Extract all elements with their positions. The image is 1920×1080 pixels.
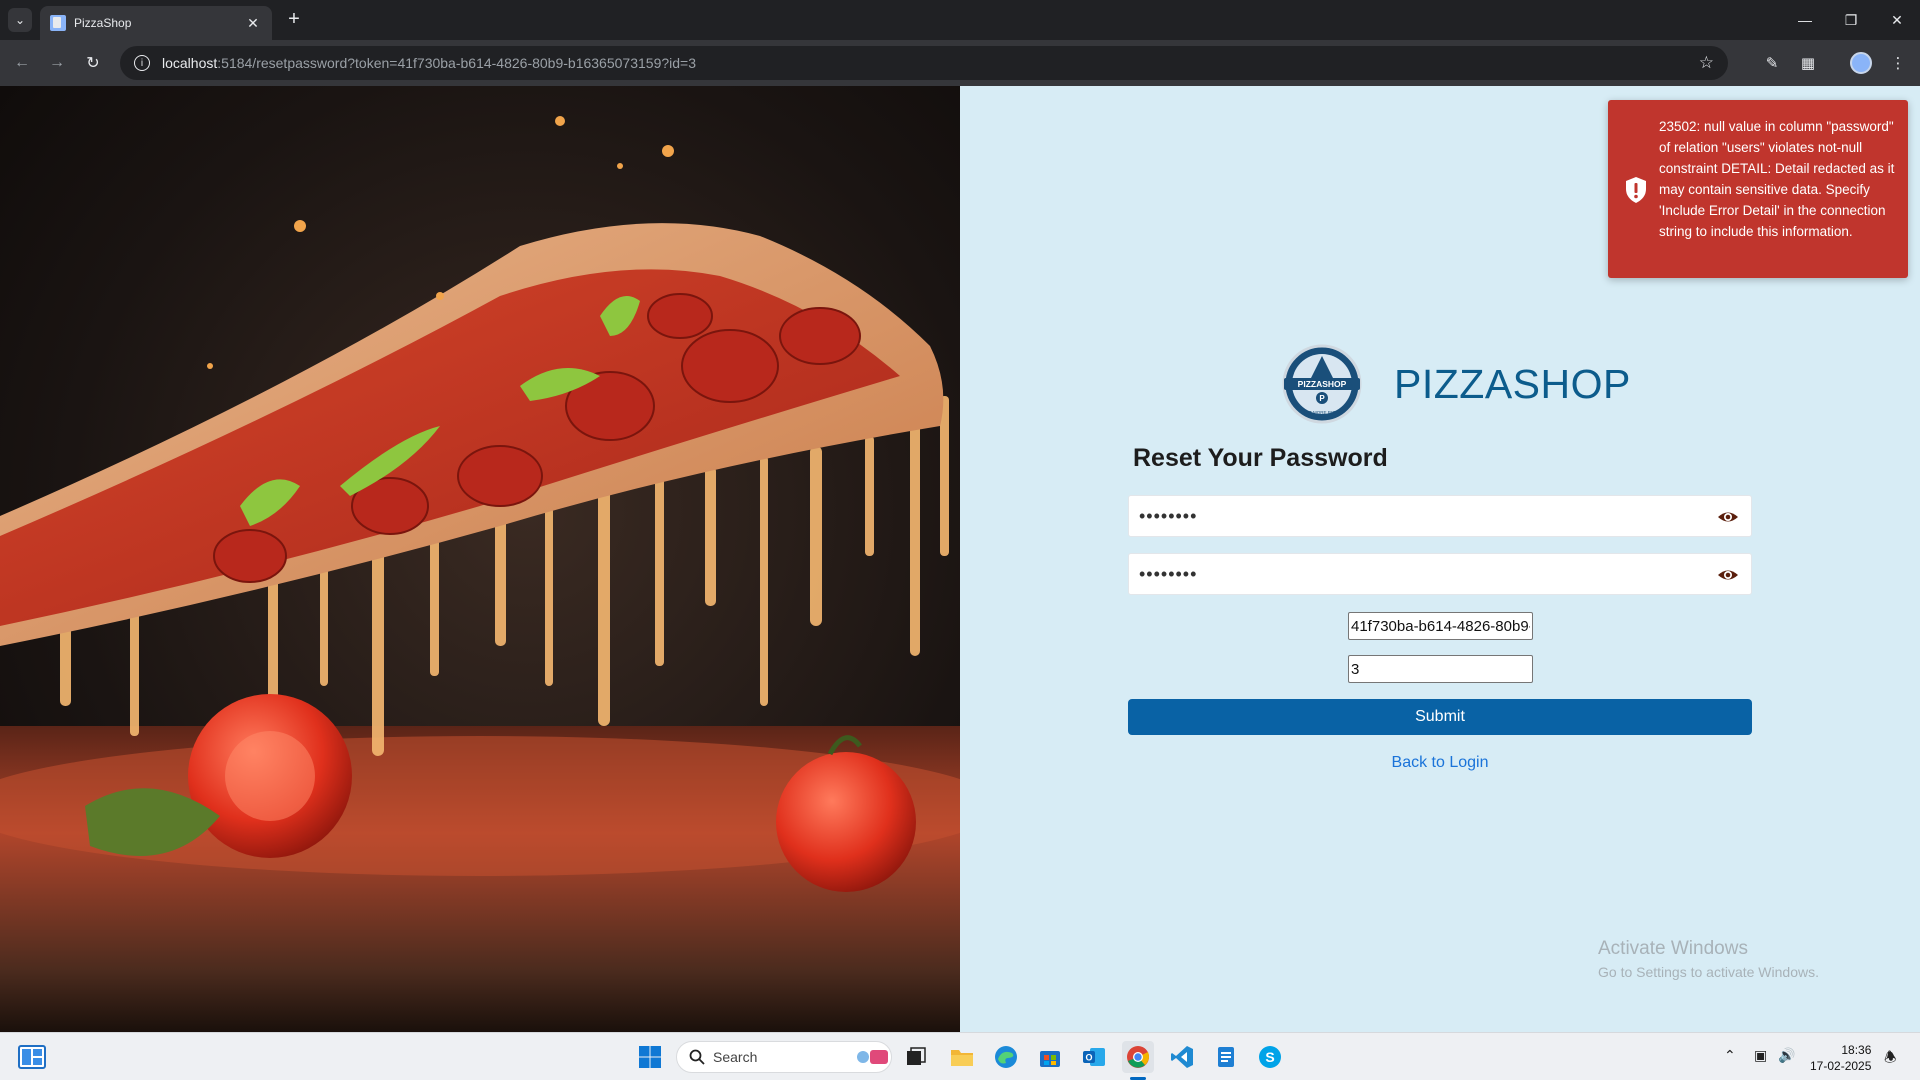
search-highlight-icon: [857, 1050, 888, 1064]
browser-titlebar: ⌄ PizzaShop ✕ + — ❐ ✕: [0, 0, 1920, 40]
search-icon: [689, 1049, 705, 1065]
address-bar[interactable]: i localhost:5184/resetpassword?token=41f…: [120, 46, 1728, 80]
profile-avatar[interactable]: [1850, 52, 1872, 74]
activate-windows-watermark: Activate Windows Go to Settings to activ…: [1598, 938, 1819, 980]
close-window-icon[interactable]: ✕: [1874, 0, 1920, 40]
svg-text:P: P: [1319, 394, 1325, 403]
eye-icon[interactable]: [1717, 508, 1739, 526]
eye-icon[interactable]: [1717, 566, 1739, 584]
network-icon[interactable]: ▣: [1754, 1047, 1767, 1064]
logo-subtext: EAT MORE PIZZA: [1303, 410, 1340, 415]
volume-icon[interactable]: 🔊: [1778, 1047, 1795, 1064]
outlook-button[interactable]: O: [1078, 1041, 1110, 1073]
menu-dots-icon[interactable]: ⋮: [1886, 51, 1910, 75]
edge-icon: [995, 1046, 1017, 1068]
pizzashop-logo-icon: PIZZASHOP P EAT MORE PIZZA: [1282, 344, 1362, 424]
edge-button[interactable]: [990, 1041, 1022, 1073]
pen-extension-icon[interactable]: ✎: [1760, 51, 1784, 75]
page-favicon-icon: [50, 15, 66, 31]
widgets-icon[interactable]: [18, 1043, 46, 1071]
windows-logo-icon: [639, 1046, 661, 1068]
restore-icon[interactable]: ❐: [1828, 0, 1874, 40]
watermark-subtitle: Go to Settings to activate Windows.: [1598, 964, 1819, 980]
windows-taskbar: Search O S ⌃ ▣ 🔊 18:36 17-02-2025 🕭: [0, 1032, 1920, 1080]
token-input[interactable]: [1348, 612, 1533, 640]
outlook-icon: O: [1083, 1048, 1105, 1066]
toast-message: 23502: null value in column "password" o…: [1659, 119, 1895, 239]
extensions-puzzle-icon[interactable]: ▦: [1796, 51, 1820, 75]
store-icon: [1040, 1051, 1060, 1067]
error-toast[interactable]: 23502: null value in column "password" o…: [1608, 100, 1908, 278]
vscode-button[interactable]: [1166, 1041, 1198, 1073]
bookmark-star-icon[interactable]: ☆: [1699, 53, 1714, 73]
page-title: Reset Your Password: [1133, 444, 1388, 472]
task-view-button[interactable]: [900, 1041, 932, 1073]
new-tab-plus-icon[interactable]: +: [282, 8, 306, 32]
brand-header: PIZZASHOP P EAT MORE PIZZA PIZZASHOP: [1276, 344, 1631, 424]
confirm-password-input[interactable]: [1129, 554, 1751, 594]
browser-tab[interactable]: PizzaShop ✕: [40, 6, 272, 40]
tab-search-chevron-icon[interactable]: ⌄: [8, 8, 32, 32]
skype-icon: S: [1259, 1046, 1281, 1068]
notepad-icon: [1218, 1047, 1234, 1067]
task-view-icon: [907, 1047, 926, 1065]
browser-toolbar: ← → ↻ i localhost:5184/resetpassword?tok…: [0, 40, 1920, 86]
url-host: localhost: [162, 55, 218, 71]
notepad-button[interactable]: [1210, 1041, 1242, 1073]
back-arrow-icon[interactable]: ←: [10, 51, 34, 75]
file-explorer-button[interactable]: [946, 1041, 978, 1073]
watermark-title: Activate Windows: [1598, 938, 1748, 959]
search-label: Search: [713, 1049, 758, 1065]
back-to-login-link[interactable]: Back to Login: [1128, 754, 1752, 772]
vscode-icon: [1171, 1046, 1193, 1068]
tab-close-icon[interactable]: ✕: [244, 15, 262, 32]
store-button[interactable]: [1034, 1041, 1066, 1073]
url-path: :5184/resetpassword?token=41f730ba-b614-…: [217, 55, 696, 71]
svg-text:O: O: [1085, 1053, 1092, 1063]
start-button[interactable]: [634, 1041, 666, 1073]
tab-title: PizzaShop: [74, 16, 132, 30]
tray-chevron-up-icon[interactable]: ⌃: [1724, 1047, 1736, 1064]
submit-button[interactable]: Submit: [1128, 699, 1752, 735]
folder-icon: [951, 1050, 973, 1066]
system-clock[interactable]: 18:36 17-02-2025: [1810, 1042, 1871, 1074]
new-password-input[interactable]: [1129, 496, 1751, 536]
svg-text:S: S: [1265, 1049, 1274, 1065]
taskbar-search[interactable]: Search: [676, 1041, 892, 1073]
back-link-row: Back to Login: [960, 754, 1920, 772]
chrome-button[interactable]: [1122, 1041, 1154, 1073]
minimize-icon[interactable]: —: [1782, 0, 1828, 40]
shield-warning-icon: [1626, 177, 1646, 203]
brand-name: PIZZASHOP: [1394, 360, 1631, 407]
confirm-password-field[interactable]: [1128, 553, 1752, 595]
chrome-icon: [1127, 1046, 1149, 1068]
clock-time: 18:36: [1841, 1043, 1872, 1057]
notification-bell-icon[interactable]: 🕭: [1884, 1047, 1897, 1071]
new-password-field[interactable]: [1128, 495, 1752, 537]
skype-button[interactable]: S: [1254, 1041, 1286, 1073]
site-info-icon[interactable]: i: [134, 55, 150, 71]
pizza-hero-image: [0, 86, 960, 1032]
clock-date: 17-02-2025: [1810, 1059, 1872, 1073]
reload-icon[interactable]: ↻: [81, 51, 105, 75]
logo-text: PIZZASHOP: [1298, 379, 1347, 389]
user-id-input[interactable]: [1348, 655, 1533, 683]
forward-arrow-icon[interactable]: →: [45, 51, 69, 75]
